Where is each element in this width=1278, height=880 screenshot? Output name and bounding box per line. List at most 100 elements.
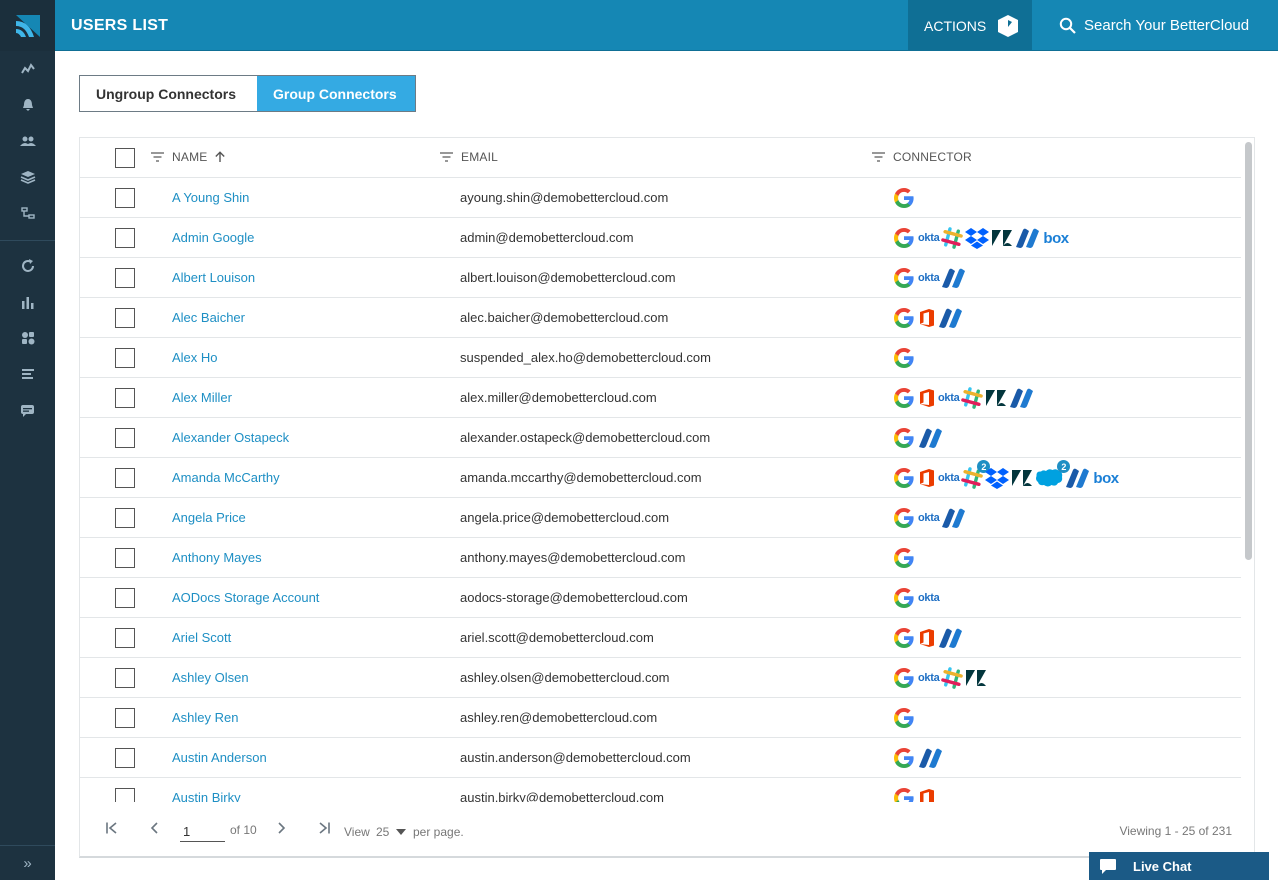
integrations-icon[interactable] (0, 328, 55, 348)
okta-connector-icon[interactable]: okta (918, 266, 940, 290)
select-all-checkbox[interactable] (115, 148, 135, 168)
user-name-link[interactable]: Ariel Scott (172, 630, 231, 645)
dropbox-connector-icon[interactable] (965, 226, 990, 250)
google-connector-icon[interactable] (892, 386, 916, 410)
groups-icon[interactable] (0, 167, 55, 187)
okta-connector-icon[interactable]: okta (918, 586, 940, 610)
office365-connector-icon[interactable] (918, 626, 936, 650)
slack-connector-icon[interactable]: 2 (961, 460, 991, 490)
table-row[interactable]: Ashley Olsen ashley.olsen@demobettercloud… (80, 658, 1241, 698)
table-row[interactable]: Albert Louison albert.louison@demobetterc… (80, 258, 1241, 298)
users-icon[interactable] (0, 131, 55, 151)
table-row[interactable]: Austin Anderson austin.anderson@demobette… (80, 738, 1241, 778)
google-connector-icon[interactable] (892, 426, 916, 450)
google-connector-icon[interactable] (892, 626, 916, 650)
table-row[interactable]: Ariel Scott ariel.scott@demobettercloud.c… (80, 618, 1241, 658)
bettercloud-connector-icon[interactable] (941, 506, 967, 530)
google-connector-icon[interactable] (892, 186, 916, 210)
slack-connector-icon[interactable] (961, 386, 984, 410)
next-page-button[interactable] (277, 821, 287, 838)
google-connector-icon[interactable] (892, 346, 916, 370)
row-checkbox[interactable] (115, 628, 135, 648)
bettercloud-logo[interactable] (0, 0, 55, 51)
table-row[interactable]: Ashley Ren ashley.ren@demobettercloud.com (80, 698, 1241, 738)
row-checkbox[interactable] (115, 708, 135, 728)
user-name-link[interactable]: Admin Google (172, 230, 254, 245)
global-search-button[interactable]: Search Your BetterCloud (1059, 0, 1249, 51)
table-scrollbar[interactable] (1243, 138, 1253, 802)
directory-icon[interactable] (0, 203, 55, 223)
google-connector-icon[interactable] (892, 586, 916, 610)
zendesk-connector-icon[interactable] (965, 666, 987, 690)
user-name-link[interactable]: Austin Birky (172, 790, 241, 802)
table-row[interactable]: Anthony Mayes anthony.mayes@demobetterclo… (80, 538, 1241, 578)
okta-connector-icon[interactable]: okta (918, 226, 940, 250)
bettercloud-connector-icon[interactable] (938, 626, 964, 650)
support-icon[interactable] (0, 400, 55, 420)
table-row[interactable]: Alex Ho suspended_alex.ho@demobettercloud… (80, 338, 1241, 378)
office365-connector-icon[interactable] (918, 466, 936, 490)
google-connector-icon[interactable] (892, 306, 916, 330)
okta-connector-icon[interactable]: okta (918, 666, 940, 690)
user-name-link[interactable]: Amanda McCarthy (172, 470, 280, 485)
actions-button[interactable]: ACTIONS (908, 0, 1032, 51)
user-name-link[interactable]: Alex Miller (172, 390, 232, 405)
user-name-link[interactable]: Alec Baicher (172, 310, 245, 325)
workflows-icon[interactable] (0, 256, 55, 276)
column-header-email[interactable]: EMAIL (440, 150, 498, 164)
ungroup-connectors-button[interactable]: Ungroup Connectors (80, 76, 257, 111)
row-checkbox[interactable] (115, 588, 135, 608)
user-name-link[interactable]: Alex Ho (172, 350, 218, 365)
row-checkbox[interactable] (115, 468, 135, 488)
okta-connector-icon[interactable]: okta (938, 386, 960, 410)
google-connector-icon[interactable] (892, 786, 916, 802)
dashboard-icon[interactable] (0, 59, 55, 79)
google-connector-icon[interactable] (892, 666, 916, 690)
row-checkbox[interactable] (115, 308, 135, 328)
slack-connector-icon[interactable] (941, 666, 964, 690)
office365-connector-icon[interactable] (918, 386, 936, 410)
salesforce-connector-icon[interactable]: 2 (1035, 460, 1071, 490)
row-checkbox[interactable] (115, 268, 135, 288)
bettercloud-connector-icon[interactable] (918, 746, 944, 770)
table-row[interactable]: AODocs Storage Account aodocs-storage@dem… (80, 578, 1241, 618)
row-checkbox[interactable] (115, 548, 135, 568)
bettercloud-connector-icon[interactable] (941, 266, 967, 290)
first-page-button[interactable] (105, 821, 119, 838)
row-checkbox[interactable] (115, 348, 135, 368)
google-connector-icon[interactable] (892, 506, 916, 530)
page-number-input[interactable]: 1 (180, 818, 225, 842)
user-name-link[interactable]: Alexander Ostapeck (172, 430, 289, 445)
office365-connector-icon[interactable] (918, 306, 936, 330)
previous-page-button[interactable] (149, 821, 159, 838)
zendesk-connector-icon[interactable] (1011, 466, 1033, 490)
row-checkbox[interactable] (115, 388, 135, 408)
zendesk-connector-icon[interactable] (991, 226, 1013, 250)
logs-icon[interactable] (0, 364, 55, 384)
user-name-link[interactable]: Ashley Ren (172, 710, 238, 725)
table-row[interactable]: Angela Price angela.price@demobettercloud… (80, 498, 1241, 538)
user-name-link[interactable]: Albert Louison (172, 270, 255, 285)
google-connector-icon[interactable] (892, 546, 916, 570)
user-name-link[interactable]: A Young Shin (172, 190, 249, 205)
column-header-name[interactable]: NAME (151, 150, 226, 164)
row-checkbox[interactable] (115, 788, 135, 802)
box-connector-icon[interactable]: box (1093, 466, 1119, 490)
user-name-link[interactable]: Ashley Olsen (172, 670, 249, 685)
bettercloud-connector-icon[interactable] (918, 426, 944, 450)
bettercloud-connector-icon[interactable] (938, 306, 964, 330)
bettercloud-connector-icon[interactable] (1065, 466, 1091, 490)
scrollbar-thumb[interactable] (1245, 142, 1252, 560)
google-connector-icon[interactable] (892, 466, 916, 490)
user-name-link[interactable]: Anthony Mayes (172, 550, 262, 565)
live-chat-button[interactable]: Live Chat (1089, 852, 1269, 880)
user-name-link[interactable]: Angela Price (172, 510, 246, 525)
bettercloud-connector-icon[interactable] (1015, 226, 1041, 250)
last-page-button[interactable] (317, 821, 331, 838)
office365-connector-icon[interactable] (918, 786, 936, 802)
google-connector-icon[interactable] (892, 706, 916, 730)
column-header-connector[interactable]: CONNECTOR (872, 150, 972, 164)
row-checkbox[interactable] (115, 748, 135, 768)
google-connector-icon[interactable] (892, 266, 916, 290)
group-connectors-button[interactable]: Group Connectors (257, 76, 415, 111)
